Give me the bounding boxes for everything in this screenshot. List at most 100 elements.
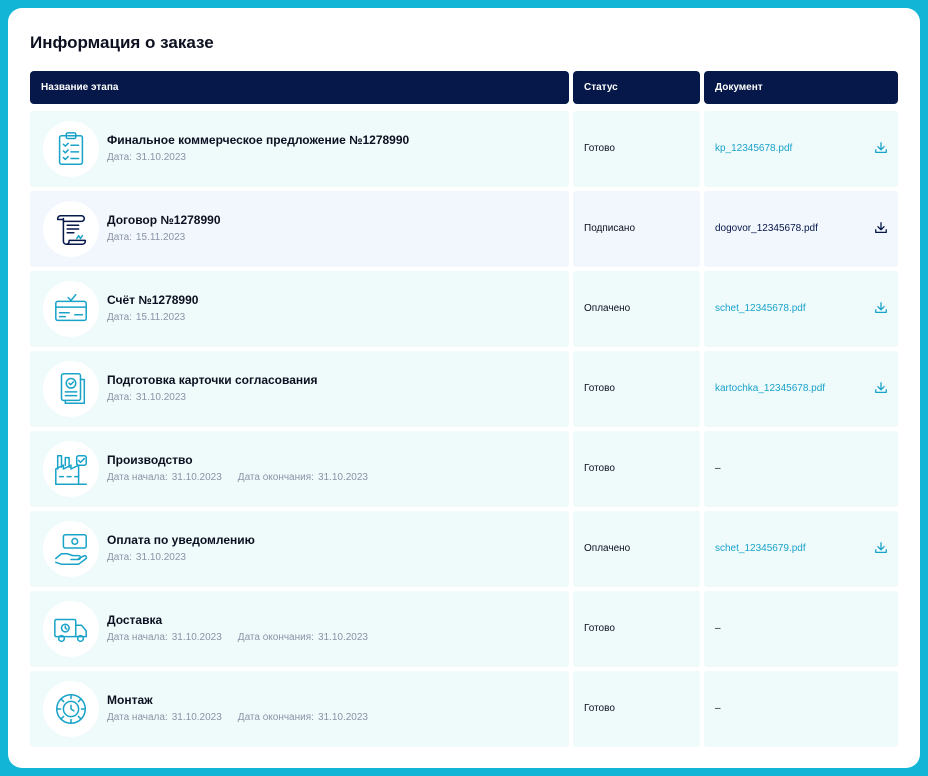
status-cell: Оплачено xyxy=(573,271,700,347)
stage-dates: Дата: 31.10.2023 xyxy=(107,392,202,403)
date-value: 15.11.2023 xyxy=(135,232,186,243)
date-group: Дата начала: 31.10.2023 xyxy=(107,632,222,643)
status-text: Готово xyxy=(584,143,615,154)
date-value: 31.10.2023 xyxy=(135,152,186,163)
document-link[interactable]: kp_12345678.pdf xyxy=(715,111,792,187)
order-info-card: Информация о заказе Название этапа Стату… xyxy=(8,8,920,768)
download-icon[interactable] xyxy=(874,381,888,395)
date-value: 31.10.2023 xyxy=(317,632,368,643)
gear-installation-icon xyxy=(43,681,99,737)
date-label: Дата окончания: xyxy=(237,472,314,483)
status-text: Оплачено xyxy=(584,303,631,314)
stage-cell: Доставка Дата начала: 31.10.2023 Дата окон… xyxy=(30,591,569,667)
stage-dates: Дата: 15.11.2023 xyxy=(107,232,201,243)
date-label: Дата окончания: xyxy=(237,632,314,643)
clipboard-checklist-icon xyxy=(43,121,99,177)
invoice-card-icon xyxy=(43,281,99,337)
status-text: Подписано xyxy=(584,223,636,234)
date-label: Дата начала: xyxy=(107,632,168,643)
status-cell: Готово xyxy=(573,591,700,667)
date-value: 31.10.2023 xyxy=(171,632,222,643)
approval-documents-icon xyxy=(43,361,99,417)
stage-name: Подготовка карточки согласования xyxy=(107,373,318,387)
document-empty: – xyxy=(715,703,721,714)
date-group: Дата: 31.10.2023 xyxy=(107,552,186,563)
table-row: Оплата по уведомлению Дата: 31.10.2023 Оп… xyxy=(8,511,920,587)
document-link[interactable]: schet_12345678.pdf xyxy=(715,271,806,347)
date-label: Дата окончания: xyxy=(237,712,314,723)
document-link[interactable]: dogovor_12345678.pdf xyxy=(715,191,818,267)
stage-dates: Дата начала: 31.10.2023 Дата окончания: 31.… xyxy=(107,472,384,483)
table-row: Производство Дата начала: 31.10.2023 Дата … xyxy=(8,431,920,507)
date-label: Дата начала: xyxy=(107,712,168,723)
date-group: Дата: 31.10.2023 xyxy=(107,152,186,163)
stage-dates: Дата начала: 31.10.2023 Дата окончания: 31.… xyxy=(107,632,384,643)
column-header-status: Статус xyxy=(573,71,700,104)
document-cell: schet_12345679.pdf xyxy=(704,511,898,587)
date-value: 15.11.2023 xyxy=(135,312,186,323)
date-value: 31.10.2023 xyxy=(171,472,222,483)
status-cell: Готово xyxy=(573,111,700,187)
table-row: Договор №1278990 Дата: 15.11.2023 Подписа… xyxy=(8,191,920,267)
date-label: Дата начала: xyxy=(107,472,168,483)
date-label: Дата: xyxy=(107,232,132,243)
document-cell: kp_12345678.pdf xyxy=(704,111,898,187)
date-group: Дата окончания: 31.10.2023 xyxy=(238,632,368,643)
factory-icon xyxy=(43,441,99,497)
stage-name: Оплата по уведомлению xyxy=(107,533,255,547)
stage-cell: Счёт №1278990 Дата: 15.11.2023 xyxy=(30,271,569,347)
document-cell: – xyxy=(704,591,898,667)
stage-name: Финальное коммерческое предложение №1278… xyxy=(107,133,410,147)
status-cell: Готово xyxy=(573,351,700,427)
date-value: 31.10.2023 xyxy=(317,712,368,723)
table-row: Монтаж Дата начала: 31.10.2023 Дата оконча… xyxy=(8,671,920,747)
document-cell: dogovor_12345678.pdf xyxy=(704,191,898,267)
column-header-stage: Название этапа xyxy=(30,71,569,104)
table-row: Подготовка карточки согласования Дата: 31… xyxy=(8,351,920,427)
document-link[interactable]: schet_12345679.pdf xyxy=(715,511,806,587)
hand-money-icon xyxy=(43,521,99,577)
document-cell: – xyxy=(704,431,898,507)
date-group: Дата начала: 31.10.2023 xyxy=(107,472,222,483)
stage-cell: Производство Дата начала: 31.10.2023 Дата … xyxy=(30,431,569,507)
stage-cell: Монтаж Дата начала: 31.10.2023 Дата оконча… xyxy=(30,671,569,747)
date-label: Дата: xyxy=(107,392,132,403)
document-cell: schet_12345678.pdf xyxy=(704,271,898,347)
status-text: Оплачено xyxy=(584,543,631,554)
stage-cell: Договор №1278990 Дата: 15.11.2023 xyxy=(30,191,569,267)
date-value: 31.10.2023 xyxy=(317,472,368,483)
stage-name: Доставка xyxy=(107,613,163,627)
document-empty: – xyxy=(715,463,721,474)
stage-name: Договор №1278990 xyxy=(107,213,221,227)
status-text: Готово xyxy=(584,623,615,634)
stage-cell: Оплата по уведомлению Дата: 31.10.2023 xyxy=(30,511,569,587)
stage-cell: Финальное коммерческое предложение №1278… xyxy=(30,111,569,187)
status-cell: Оплачено xyxy=(573,511,700,587)
date-group: Дата: 15.11.2023 xyxy=(107,312,185,323)
page-title: Информация о заказе xyxy=(30,33,214,52)
column-header-document: Документ xyxy=(704,71,898,104)
download-icon[interactable] xyxy=(874,541,888,555)
date-group: Дата: 31.10.2023 xyxy=(107,392,186,403)
date-group: Дата окончания: 31.10.2023 xyxy=(238,472,368,483)
date-label: Дата: xyxy=(107,312,132,323)
download-icon[interactable] xyxy=(874,301,888,315)
download-icon[interactable] xyxy=(874,221,888,235)
table-row: Финальное коммерческое предложение №1278… xyxy=(8,111,920,187)
stage-dates: Дата: 31.10.2023 xyxy=(107,552,202,563)
contract-scroll-icon xyxy=(43,201,99,257)
download-icon[interactable] xyxy=(874,141,888,155)
date-value: 31.10.2023 xyxy=(135,552,186,563)
table-row: Доставка Дата начала: 31.10.2023 Дата окон… xyxy=(8,591,920,667)
date-label: Дата: xyxy=(107,552,132,563)
stage-dates: Дата: 31.10.2023 xyxy=(107,152,202,163)
document-link[interactable]: kartochka_12345678.pdf xyxy=(715,351,825,427)
date-value: 31.10.2023 xyxy=(135,392,186,403)
status-cell: Готово xyxy=(573,671,700,747)
document-empty: – xyxy=(715,623,721,634)
stage-name: Монтаж xyxy=(107,693,153,707)
date-group: Дата: 15.11.2023 xyxy=(107,232,185,243)
table-row: Счёт №1278990 Дата: 15.11.2023 Оплачено s… xyxy=(8,271,920,347)
date-label: Дата: xyxy=(107,152,132,163)
document-cell: kartochka_12345678.pdf xyxy=(704,351,898,427)
